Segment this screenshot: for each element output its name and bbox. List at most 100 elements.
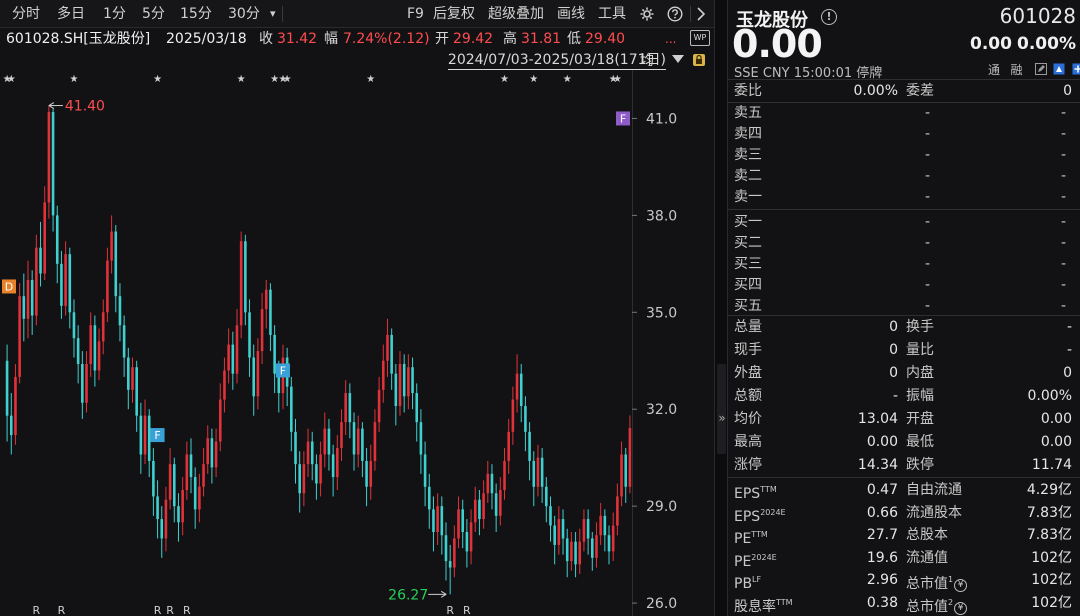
tab-intraday[interactable]: 分时 bbox=[12, 4, 40, 24]
sell-level-row[interactable]: 卖一 - - bbox=[728, 187, 1080, 209]
news-star-icon[interactable]: ★ bbox=[366, 74, 375, 85]
candle-body bbox=[139, 415, 143, 455]
stat-row: 外盘 0 内盘 0 bbox=[728, 362, 1080, 384]
buy-level-row[interactable]: 买一 - - bbox=[728, 212, 1080, 234]
candle-body bbox=[127, 357, 130, 390]
sell-level-row[interactable]: 卖三 - - bbox=[728, 145, 1080, 167]
fundamental-value: 4.29亿 bbox=[1026, 482, 1072, 498]
candle-body bbox=[327, 428, 331, 455]
edit-icon[interactable] bbox=[1034, 63, 1047, 75]
candle-body bbox=[30, 280, 34, 316]
date-range-selector[interactable]: 2024/07/03-2025/03/18(171日) bbox=[447, 50, 666, 70]
candle-body bbox=[168, 464, 172, 500]
divider bbox=[690, 6, 691, 22]
r-marker[interactable]: R bbox=[33, 604, 41, 616]
buy-level-volume: - bbox=[1060, 256, 1066, 272]
candle-body bbox=[18, 296, 21, 377]
news-star-icon[interactable]: ★ bbox=[69, 74, 78, 85]
draw-line-button[interactable]: 画线 bbox=[557, 4, 585, 24]
candle-body bbox=[185, 454, 189, 490]
fundamental-label-suffix: TTM bbox=[751, 530, 768, 539]
info-icon[interactable]: ! bbox=[821, 9, 837, 25]
buy-level-price: - bbox=[924, 214, 930, 230]
r-marker[interactable]: R bbox=[58, 604, 66, 616]
candle-body bbox=[106, 260, 109, 313]
gear-icon[interactable] bbox=[639, 6, 655, 22]
tab-5min[interactable]: 5分 bbox=[142, 4, 165, 24]
sell-level-label: 卖二 bbox=[734, 168, 762, 184]
buy-level-label: 买一 bbox=[734, 214, 762, 230]
tab-30min[interactable]: 30分 bbox=[228, 4, 260, 24]
change-percent: 0.00% bbox=[1017, 34, 1076, 54]
news-star-icon[interactable]: ★ bbox=[153, 74, 162, 85]
sell-level-row[interactable]: 卖四 - - bbox=[728, 124, 1080, 146]
weicha-value: 0 bbox=[1063, 83, 1072, 99]
y-tick-label: 38.0 bbox=[646, 208, 677, 224]
candle-body bbox=[244, 241, 247, 313]
help-icon[interactable] bbox=[667, 6, 683, 22]
f9-button[interactable]: F9 bbox=[407, 4, 424, 24]
candle-body bbox=[81, 364, 84, 403]
news-star-icon[interactable]: ★ bbox=[7, 74, 16, 85]
news-star-icon[interactable]: ★ bbox=[500, 74, 509, 85]
tools-button[interactable]: 工具 bbox=[598, 4, 626, 24]
news-star-icon[interactable]: ★ bbox=[529, 74, 538, 85]
fundamental-label-text: PE bbox=[734, 553, 752, 570]
candle-body bbox=[427, 486, 431, 510]
wp-badge[interactable]: WP bbox=[690, 30, 710, 46]
candle-body bbox=[511, 399, 515, 432]
sell-level-row[interactable]: 卖二 - - bbox=[728, 166, 1080, 188]
buy-level-row[interactable]: 买四 - - bbox=[728, 275, 1080, 297]
candle-body bbox=[72, 312, 76, 339]
y-tick-label: 35.0 bbox=[646, 305, 677, 321]
sell-level-row[interactable]: 卖五 - - bbox=[728, 103, 1080, 125]
news-star-icon[interactable]: ★ bbox=[613, 74, 622, 85]
r-marker[interactable]: R bbox=[183, 604, 191, 616]
more-fields[interactable]: ... bbox=[665, 28, 676, 50]
candle-body bbox=[47, 112, 51, 203]
r-marker[interactable]: R bbox=[154, 604, 162, 616]
candle-body bbox=[540, 457, 544, 487]
chevron-right-icon[interactable] bbox=[696, 7, 706, 21]
period-tab-bar: 分时 多日 1分 5分 15分 30分 ▾ F9 后复权 超级叠加 画线 工具 bbox=[0, 0, 714, 28]
buy-level-label: 买四 bbox=[734, 277, 762, 293]
lock-icon[interactable] bbox=[692, 53, 706, 67]
news-star-icon[interactable]: ★ bbox=[283, 74, 292, 85]
kline-panel: 分时 多日 1分 5分 15分 30分 ▾ F9 后复权 超级叠加 画线 工具 … bbox=[0, 0, 714, 616]
panel-divider: » bbox=[714, 0, 728, 616]
candle-body bbox=[444, 535, 448, 562]
add-watchlist-icon[interactable] bbox=[1072, 63, 1080, 75]
tab-1min[interactable]: 1分 bbox=[103, 4, 126, 24]
stat-label: 涨停 bbox=[734, 457, 762, 473]
collapse-arrow-icon[interactable]: » bbox=[716, 408, 728, 428]
news-star-icon[interactable]: ★ bbox=[563, 74, 572, 85]
candle-body bbox=[306, 441, 310, 465]
stat-row: 总额 - 振幅 0.00% bbox=[728, 385, 1080, 407]
caret-down-icon[interactable] bbox=[672, 55, 684, 63]
candle-body bbox=[503, 460, 506, 490]
overlay-button[interactable]: 超级叠加 bbox=[488, 4, 544, 24]
buy-level-row[interactable]: 买三 - - bbox=[728, 254, 1080, 276]
candle-body bbox=[51, 112, 55, 216]
event-marker-label: D bbox=[5, 280, 13, 293]
r-marker[interactable]: R bbox=[166, 604, 174, 616]
r-marker[interactable]: R bbox=[463, 604, 471, 616]
candle-body bbox=[607, 535, 611, 552]
stat-value: - bbox=[1066, 342, 1072, 358]
candle-body bbox=[381, 360, 385, 390]
r-marker[interactable]: R bbox=[446, 604, 454, 616]
buy-level-row[interactable]: 买二 - - bbox=[728, 233, 1080, 255]
tab-15min[interactable]: 15分 bbox=[180, 4, 212, 24]
sell-level-label: 卖一 bbox=[734, 189, 762, 205]
candle-body bbox=[499, 490, 502, 516]
tab-more-dropdown[interactable]: ▾ bbox=[270, 4, 276, 24]
alert-icon[interactable] bbox=[1053, 63, 1065, 75]
tab-multi-day[interactable]: 多日 bbox=[57, 4, 85, 24]
adjust-button[interactable]: 后复权 bbox=[433, 4, 475, 24]
candle-body bbox=[423, 454, 427, 487]
quote-panel: 玉龙股份 ! 601028 0.00 0.00 0.00% SSE CNY 15… bbox=[728, 0, 1080, 616]
news-star-icon[interactable]: ★ bbox=[237, 74, 246, 85]
candle-body bbox=[377, 389, 381, 423]
amp-label: 幅 bbox=[324, 31, 338, 47]
candlestick-chart[interactable]: 41.0 38.0 35.0 32.0 29.0 26.0 41.40 26.27 D F F F ★ ★… bbox=[0, 70, 714, 616]
